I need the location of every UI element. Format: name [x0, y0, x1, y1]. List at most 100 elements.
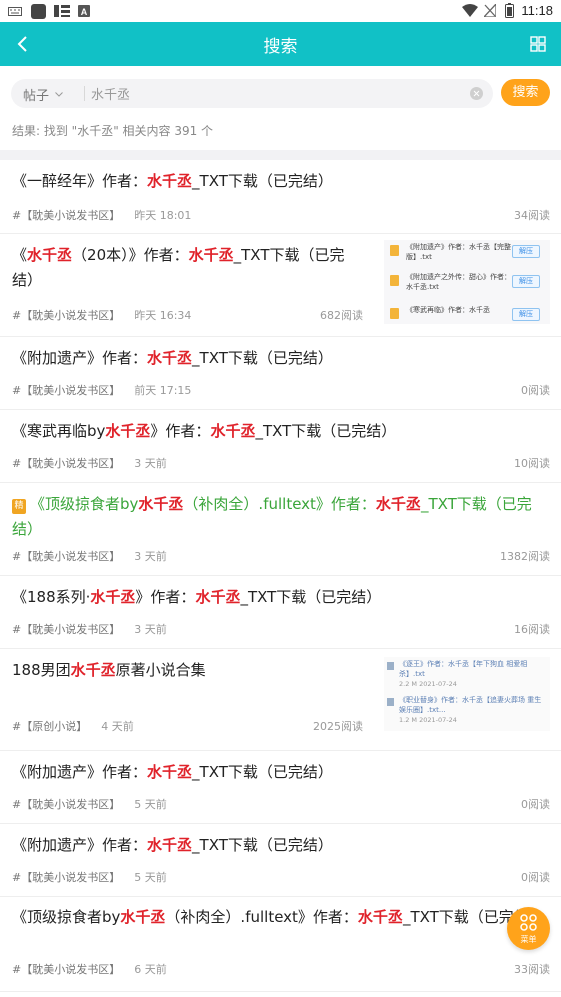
- grid-button[interactable]: [523, 29, 553, 59]
- post-time: 3 天前: [134, 550, 167, 563]
- post-title: 《附加遗产》作者：水千丞_TXT下载（已完结）: [12, 763, 333, 781]
- post-meta: #【耽美小说发书区】 3 天前: [12, 455, 167, 471]
- file-icon: [387, 698, 394, 706]
- post-reads: 1382阅读: [500, 550, 550, 563]
- post-category[interactable]: #【耽美小说发书区】: [12, 457, 120, 470]
- post-time: 昨天 18:01: [134, 209, 192, 222]
- extract-button[interactable]: 解压: [512, 308, 540, 321]
- post-meta: #【耽美小说发书区】 前天 17:15: [12, 382, 191, 398]
- clear-icon[interactable]: [470, 87, 483, 100]
- post-reads: 2025阅读: [313, 720, 363, 733]
- post-time: 3 天前: [134, 623, 167, 636]
- post-item[interactable]: 《顶级掠食者by水千丞（补肉全）.fulltext》作者：水千丞_TXT下载（已…: [0, 897, 561, 992]
- post-title: 精《顶级掠食者by水千丞（补肉全）.fulltext》作者：水千丞_TXT下载（…: [12, 495, 532, 538]
- attachment-row: 《附加遗产之外传：甜心》作者：水千丞.txt 解压: [388, 272, 548, 300]
- text-app-icon: A: [78, 5, 90, 17]
- post-category[interactable]: #【耽美小说发书区】: [12, 309, 120, 322]
- post-category[interactable]: #【耽美小说发书区】: [12, 871, 120, 884]
- post-time: 6 天前: [134, 963, 167, 976]
- post-title: 《水千丞（20本）》作者：水千丞_TXT下载（已完结）: [12, 246, 345, 289]
- attachment-name: 《附加遗产》作者：水千丞【完整版】.txt: [406, 243, 511, 261]
- post-meta: #【耽美小说发书区】 昨天 16:34: [12, 307, 191, 323]
- post-item[interactable]: 《寒武再临by水千丞》作者：水千丞_TXT下载（已完结） #【耽美小说发书区】 3…: [0, 410, 561, 483]
- post-category[interactable]: #【耽美小说发书区】: [12, 384, 120, 397]
- post-reads: 682阅读: [320, 309, 363, 322]
- attachment-preview[interactable]: 《附加遗产》作者：水千丞【完整版】.txt 解压 《附加遗产之外传：甜心》作者：…: [384, 240, 550, 324]
- post-category[interactable]: #【耽美小说发书区】: [12, 798, 120, 811]
- post-meta: #【耽美小说发书区】 6 天前: [12, 961, 167, 977]
- battery-icon: [505, 3, 514, 18]
- search-divider: [84, 86, 85, 101]
- header: 搜索: [0, 22, 561, 66]
- file-title: 《职业替身》作者：水千丞【追妻火葬场 重生 娱乐圈】.txt...: [399, 696, 542, 714]
- grid-icon: [530, 36, 546, 52]
- post-time: 前天 17:15: [134, 384, 192, 397]
- post-time: 5 天前: [134, 798, 167, 811]
- no-signal-icon: [484, 4, 496, 17]
- post-item[interactable]: 188男团水千丞原著小说合集 #【原创小说】 4 天前 2025阅读 《逐王》作者…: [0, 649, 561, 751]
- post-item[interactable]: 《一醉经年》作者：水千丞_TXT下载（已完结） #【耽美小说发书区】 昨天 18:…: [0, 160, 561, 234]
- post-time: 5 天前: [134, 871, 167, 884]
- post-item[interactable]: 精《顶级掠食者by水千丞（补肉全）.fulltext》作者：水千丞_TXT下载（…: [0, 483, 561, 576]
- status-bar: A 11:18: [0, 0, 561, 22]
- search-type-dropdown[interactable]: 帖子: [23, 85, 63, 104]
- chevron-down-icon: [55, 92, 63, 97]
- post-title: 《188系列·水千丞》作者：水千丞_TXT下载（已完结）: [12, 588, 382, 606]
- search-input[interactable]: [91, 83, 471, 104]
- post-item[interactable]: 《188系列·水千丞》作者：水千丞_TXT下载（已完结） #【耽美小说发书区】 3…: [0, 576, 561, 649]
- post-category[interactable]: #【耽美小说发书区】: [12, 550, 120, 563]
- file-preview[interactable]: 《逐王》作者：水千丞【年下狗血 相爱相杀】.txt 2.2 M 2021-07-…: [384, 657, 550, 731]
- menu-label: 菜单: [520, 935, 537, 944]
- extract-button[interactable]: 解压: [512, 275, 540, 288]
- post-item[interactable]: 《附加遗产》作者：水千丞_TXT下载（已完结） #【耽美小说发书区】 5 天前 0…: [0, 751, 561, 824]
- keyboard-icon: [8, 7, 22, 16]
- file-icon: [387, 662, 394, 670]
- file-info: 2.2 M 2021-07-24: [399, 680, 457, 688]
- post-time: 4 天前: [101, 720, 134, 733]
- post-meta: #【耽美小说发书区】 昨天 18:01: [12, 207, 191, 223]
- post-title: 《寒武再临by水千丞》作者：水千丞_TXT下载（已完结）: [12, 422, 397, 440]
- post-meta: #【耽美小说发书区】 3 天前: [12, 548, 167, 564]
- post-reads: 34阅读: [514, 209, 550, 222]
- post-title: 《附加遗产》作者：水千丞_TXT下载（已完结）: [12, 836, 333, 854]
- post-item[interactable]: 《附加遗产》作者：水千丞_TXT下载（已完结） #【耽美小说发书区】 5 天前 0…: [0, 824, 561, 897]
- post-category[interactable]: #【耽美小说发书区】: [12, 623, 120, 636]
- search-type-label: 帖子: [23, 89, 50, 104]
- page-title: 搜索: [263, 37, 298, 57]
- section-divider: [0, 150, 561, 160]
- post-meta: #【耽美小说发书区】 5 天前: [12, 869, 167, 885]
- attachment-row: 《附加遗产》作者：水千丞【完整版】.txt 解压: [388, 242, 548, 270]
- svg-text:A: A: [81, 7, 88, 17]
- post-meta: #【原创小说】 4 天前: [12, 718, 134, 734]
- post-category[interactable]: #【原创小说】: [12, 720, 87, 733]
- post-reads: 0阅读: [521, 798, 550, 811]
- search-bar: 帖子: [11, 79, 493, 108]
- file-icon: [390, 245, 399, 256]
- post-title: 188男团水千丞原著小说合集: [12, 661, 206, 679]
- attachment-name: 《附加遗产之外传：甜心》作者：水千丞.txt: [406, 273, 511, 291]
- file-icon: [390, 275, 399, 286]
- file-icon: [390, 308, 399, 319]
- post-meta: #【耽美小说发书区】 5 天前: [12, 796, 167, 812]
- post-reads: 16阅读: [514, 623, 550, 636]
- app-icon: [31, 4, 46, 19]
- post-reads: 0阅读: [521, 871, 550, 884]
- menu-fab[interactable]: 菜单: [507, 907, 550, 950]
- wifi-icon: [462, 4, 478, 17]
- post-category[interactable]: #【耽美小说发书区】: [12, 209, 120, 222]
- post-time: 3 天前: [134, 457, 167, 470]
- post-reads: 0阅读: [521, 384, 550, 397]
- post-item[interactable]: 《水千丞（20本）》作者：水千丞_TXT下载（已完结） #【耽美小说发书区】 昨天…: [0, 234, 561, 337]
- post-title: 《顶级掠食者by水千丞（补肉全）.fulltext》作者：水千丞_TXT下载（已…: [12, 908, 544, 926]
- post-list: 《一醉经年》作者：水千丞_TXT下载（已完结） #【耽美小说发书区】 昨天 18:…: [0, 160, 561, 992]
- extract-button[interactable]: 解压: [512, 245, 540, 258]
- post-meta: #【耽美小说发书区】 3 天前: [12, 621, 167, 637]
- post-reads: 10阅读: [514, 457, 550, 470]
- post-category[interactable]: #【耽美小说发书区】: [12, 963, 120, 976]
- search-button[interactable]: 搜索: [501, 79, 550, 106]
- post-item[interactable]: 《附加遗产》作者：水千丞_TXT下载（已完结） #【耽美小说发书区】 前天 17:…: [0, 337, 561, 410]
- file-title: 《逐王》作者：水千丞【年下狗血 相爱相杀】.txt: [399, 660, 528, 678]
- notification-icon: [54, 5, 70, 17]
- post-title: 《一醉经年》作者：水千丞_TXT下载（已完结）: [12, 172, 333, 190]
- clock: 11:18: [521, 3, 553, 18]
